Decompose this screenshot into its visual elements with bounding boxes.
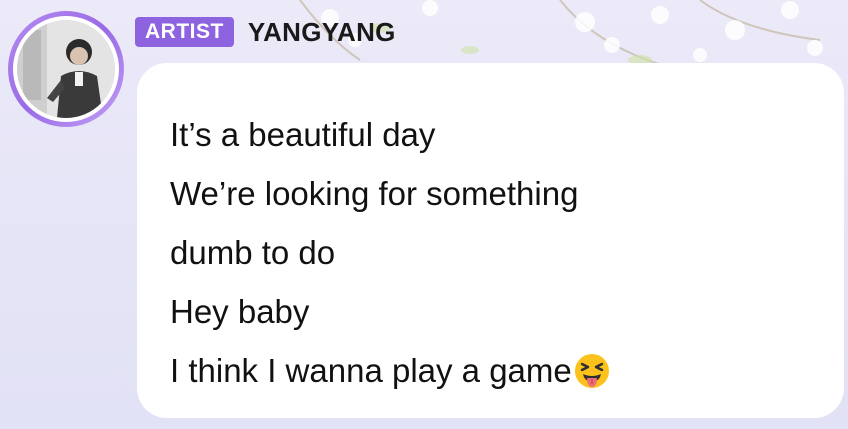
avatar[interactable] [17, 20, 115, 118]
message-line-text: I think I wanna play a game [170, 352, 572, 389]
squinting-face-with-tongue-icon [574, 348, 610, 407]
message-line: Hey baby [170, 293, 310, 330]
artist-name[interactable]: YANGYANG [248, 17, 396, 48]
author-header: ARTIST YANGYANG [135, 15, 396, 49]
message-line: We’re looking for something [170, 175, 579, 212]
message-line: It’s a beautiful day [170, 116, 436, 153]
message-bubble[interactable]: It’s a beautiful day We’re looking for s… [137, 63, 844, 418]
message-line-last: I think I wanna play a game [170, 341, 844, 407]
avatar-ring[interactable] [8, 11, 124, 127]
message-line: dumb to do [170, 234, 336, 271]
artist-badge: ARTIST [135, 17, 234, 47]
avatar-border [13, 16, 119, 122]
avatar-photo [17, 20, 115, 118]
